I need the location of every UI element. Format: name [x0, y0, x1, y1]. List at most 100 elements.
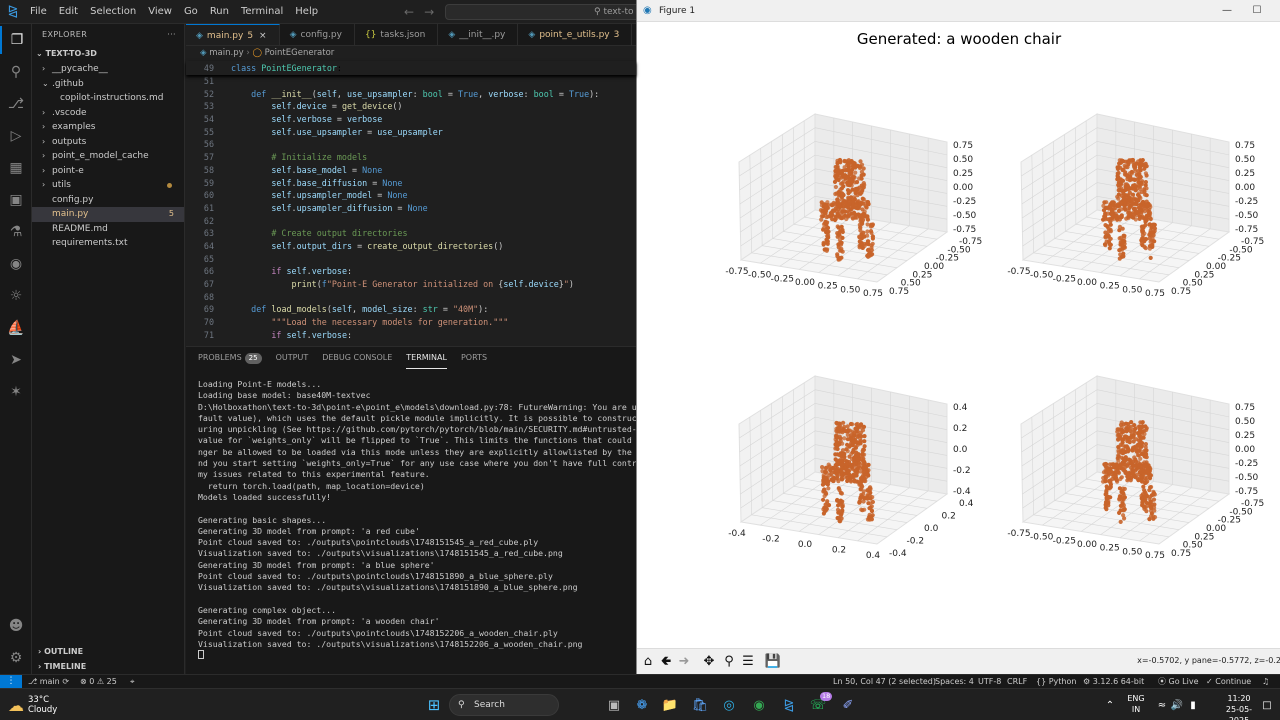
code-line[interactable]: 63 # Create output directories [186, 227, 636, 240]
tray-chevron-up-icon[interactable]: ⌃ [1102, 689, 1118, 720]
tab-ports[interactable]: PORTS [461, 347, 487, 369]
explorer-more-button[interactable]: ··· [167, 24, 176, 46]
clock[interactable]: 11:20 25-05-2025 [1222, 693, 1256, 720]
forward-arrow-icon[interactable]: → [424, 5, 444, 19]
code-line[interactable]: 71 if self.verbose: [186, 329, 636, 342]
explorer-folder[interactable]: › examples [32, 120, 184, 135]
breadcrumb-file[interactable]: main.py [209, 48, 243, 58]
code-line[interactable]: 58 self.base_model = None [186, 164, 636, 177]
taskbar-search[interactable]: ⚲ Search [449, 694, 559, 716]
search-icon[interactable]: ⚲ [0, 58, 32, 86]
back-arrow-icon[interactable]: 🢀 [657, 653, 675, 671]
chrome-icon[interactable]: ◉ [749, 689, 769, 720]
explorer-folder[interactable]: ⌄ .github [32, 77, 184, 92]
copilot-app-icon[interactable]: ❁ [632, 689, 652, 720]
code-line[interactable]: 68 [186, 291, 636, 304]
breadcrumb-symbol[interactable]: PointEGenerator [265, 48, 335, 58]
code-line[interactable]: 60 self.upsampler_model = None [186, 189, 636, 202]
editor-tab[interactable]: ◈ point_e_utils.py 3 [518, 24, 633, 45]
editor-tab[interactable]: ◈ __init__.py [438, 24, 519, 45]
code-line[interactable]: 59 self.base_diffusion = None [186, 177, 636, 190]
account-icon[interactable]: ☻ [0, 612, 32, 640]
battery-icon[interactable]: ▮ [1186, 689, 1200, 720]
save-icon[interactable]: 💾 [764, 653, 782, 671]
tab-problems[interactable]: PROBLEMS 25 [198, 347, 262, 369]
code-line[interactable]: 57 # Initialize models [186, 151, 636, 164]
terminal-output[interactable]: Loading Point-E models... Loading base mo… [198, 379, 638, 661]
eol[interactable]: CRLF [1007, 675, 1027, 688]
menu-view[interactable]: View [142, 0, 178, 24]
nav-arrows[interactable]: ←→ [404, 0, 444, 24]
go-live-button[interactable]: ⦿ Go Live [1158, 675, 1199, 688]
code-line[interactable]: 53 self.device = get_device() [186, 100, 636, 113]
explorer-folder[interactable]: › __pycache__ [32, 62, 184, 77]
code-line[interactable]: 51 [186, 75, 636, 88]
explorer-file[interactable]: main.py 5 [32, 207, 184, 222]
language-indicator[interactable]: ENG IN [1124, 693, 1148, 715]
back-arrow-icon[interactable]: ← [404, 5, 424, 19]
menu-help[interactable]: Help [289, 0, 324, 24]
live-share-icon[interactable]: ✶ [0, 378, 32, 406]
explorer-folder[interactable]: › outputs [32, 135, 184, 150]
menu-edit[interactable]: Edit [53, 0, 84, 24]
explorer-folder[interactable]: › point-e [32, 164, 184, 179]
copilot-icon[interactable]: ☼ [0, 282, 32, 310]
configure-subplots-icon[interactable]: ☰ [739, 653, 757, 671]
figure-canvas[interactable]: 0.750.500.250.00-0.25-0.50-0.75-0.75 -0.5… [637, 22, 1280, 648]
menu-file[interactable]: File [24, 0, 53, 24]
wifi-icon[interactable]: ≈ [1155, 689, 1169, 720]
zoom-icon[interactable]: ⚲ [720, 653, 738, 671]
explorer-file[interactable]: copilot-instructions.md [32, 91, 184, 106]
vscode-taskbar-icon[interactable]: ⧎ [779, 689, 799, 720]
code-line[interactable]: 62 [186, 215, 636, 228]
task-view-icon[interactable]: ▣ [604, 689, 624, 720]
code-line[interactable]: 56 [186, 138, 636, 151]
editor-tab[interactable]: ◈ config.py [280, 24, 355, 45]
pan-icon[interactable]: ✥ [700, 653, 718, 671]
docker-icon[interactable]: ⛵ [0, 314, 32, 342]
store-icon[interactable]: 🛍 [690, 689, 710, 720]
continue-button[interactable]: ✓ Continue [1206, 675, 1251, 688]
notification-bell-icon[interactable]: □ [1260, 689, 1274, 720]
explorer-icon[interactable]: ❐ [0, 26, 32, 54]
menu-run[interactable]: Run [204, 0, 235, 24]
spotify-icon[interactable]: ◉ [0, 250, 32, 278]
minimize-icon[interactable]: — [1212, 0, 1242, 22]
terminal-cursor[interactable] [198, 650, 638, 661]
outline-section[interactable]: › OUTLINE [32, 645, 185, 659]
editor-tab[interactable]: ◈ main.py 5 × [186, 24, 280, 45]
close-icon[interactable]: × [259, 31, 267, 41]
testing-icon[interactable]: ⚗ [0, 218, 32, 246]
workspace-root[interactable]: ⌄ TEXT-TO-3D [32, 46, 184, 62]
branch-status[interactable]: ⎇ main ⟳ [28, 675, 69, 688]
cursor-position[interactable]: Ln 50, Col 47 (2 selected) [833, 675, 936, 688]
language-mode[interactable]: {} Python [1036, 675, 1076, 688]
code-line[interactable]: 54 self.verbose = verbose [186, 113, 636, 126]
python-figure-icon[interactable]: ✐ [838, 689, 858, 720]
source-control-icon[interactable]: ⎇ [0, 90, 32, 118]
code-line[interactable]: 66 if self.verbose: [186, 265, 636, 278]
code-editor[interactable]: 51 52 def __init__(self, use_upsampler: b… [186, 61, 636, 342]
tab-terminal[interactable]: TERMINAL [406, 348, 447, 369]
editor-tab[interactable]: {} tasks.json [355, 24, 439, 45]
indentation[interactable]: Spaces: 4 [935, 675, 974, 688]
extensions-icon[interactable]: ▦ [0, 154, 32, 182]
menu-go[interactable]: Go [178, 0, 204, 24]
menu-selection[interactable]: Selection [84, 0, 142, 24]
settings-gear-icon[interactable]: ⚙ [0, 644, 32, 672]
explorer-folder[interactable]: › point_e_model_cache [32, 149, 184, 164]
weather-widget[interactable]: ☁ 33°C Cloudy [8, 689, 68, 720]
ports-icon[interactable]: ⌖ [130, 675, 135, 688]
home-icon[interactable]: ⌂ [639, 653, 657, 671]
problems-status[interactable]: ⊗ 0 ⚠ 25 [80, 675, 117, 688]
forward-arrow-icon[interactable]: ➜ [675, 653, 693, 671]
code-line[interactable]: 52 def __init__(self, use_upsampler: boo… [186, 88, 636, 101]
code-line[interactable]: 55 self.use_upsampler = use_upsampler [186, 126, 636, 139]
explorer-folder[interactable]: › .vscode [32, 106, 184, 121]
tab-debug-console[interactable]: DEBUG CONSOLE [322, 347, 392, 369]
sticky-scroll-line[interactable]: 49 class PointEGenerator: [186, 61, 636, 75]
run-debug-icon[interactable]: ▷ [0, 122, 32, 150]
notifications-bell-icon[interactable]: ♫ [1262, 675, 1269, 688]
windows-start-icon[interactable]: ⊞ [422, 689, 446, 720]
code-line[interactable]: 65 [186, 253, 636, 266]
